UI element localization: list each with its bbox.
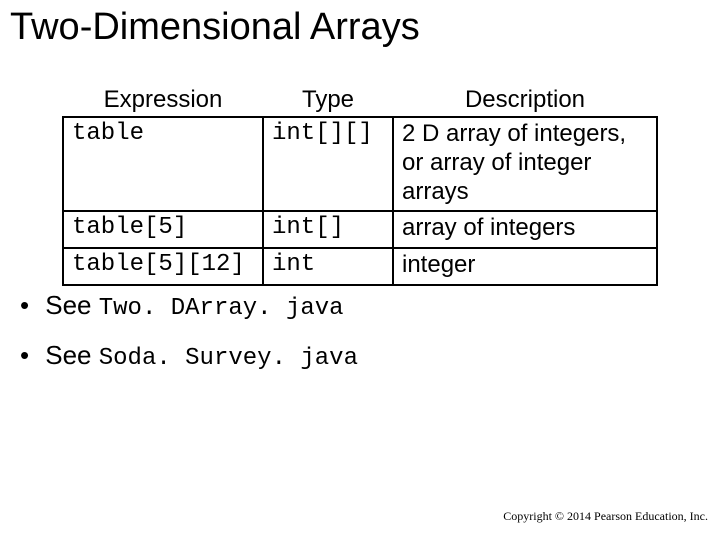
cell-type: int[][] — [263, 117, 393, 211]
bullet-prefix: See — [45, 290, 99, 320]
slide-title: Two-Dimensional Arrays — [10, 6, 420, 49]
table-header-row: Expression Type Description — [63, 86, 657, 117]
cell-expression: table[5] — [63, 211, 263, 248]
bullet-code: Two. DArray. java — [99, 295, 344, 322]
table-row: table int[][] 2 D array of integers, or … — [63, 117, 657, 211]
bullet-item: • See Soda. Survey. java — [20, 340, 358, 372]
cell-type: int — [263, 248, 393, 285]
bullet-dot-icon: • — [20, 290, 38, 321]
bullet-list: • See Two. DArray. java • See Soda. Surv… — [20, 290, 358, 390]
cell-expression: table[5][12] — [63, 248, 263, 285]
slide: Two-Dimensional Arrays Expression Type D… — [0, 0, 720, 540]
header-expression: Expression — [63, 86, 263, 117]
cell-type: int[] — [263, 211, 393, 248]
array-table: Expression Type Description table int[][… — [62, 86, 658, 286]
bullet-code: Soda. Survey. java — [99, 345, 358, 372]
table-container: Expression Type Description table int[][… — [62, 86, 658, 286]
table-row: table[5] int[] array of integers — [63, 211, 657, 248]
header-type: Type — [263, 86, 393, 117]
bullet-prefix: See — [45, 340, 99, 370]
copyright-footer: Copyright © 2014 Pearson Education, Inc. — [503, 509, 708, 524]
bullet-dot-icon: • — [20, 340, 38, 371]
header-description: Description — [393, 86, 657, 117]
cell-description: 2 D array of integers, or array of integ… — [393, 117, 657, 211]
table-row: table[5][12] int integer — [63, 248, 657, 285]
bullet-item: • See Two. DArray. java — [20, 290, 358, 322]
cell-description: integer — [393, 248, 657, 285]
cell-expression: table — [63, 117, 263, 211]
cell-description: array of integers — [393, 211, 657, 248]
